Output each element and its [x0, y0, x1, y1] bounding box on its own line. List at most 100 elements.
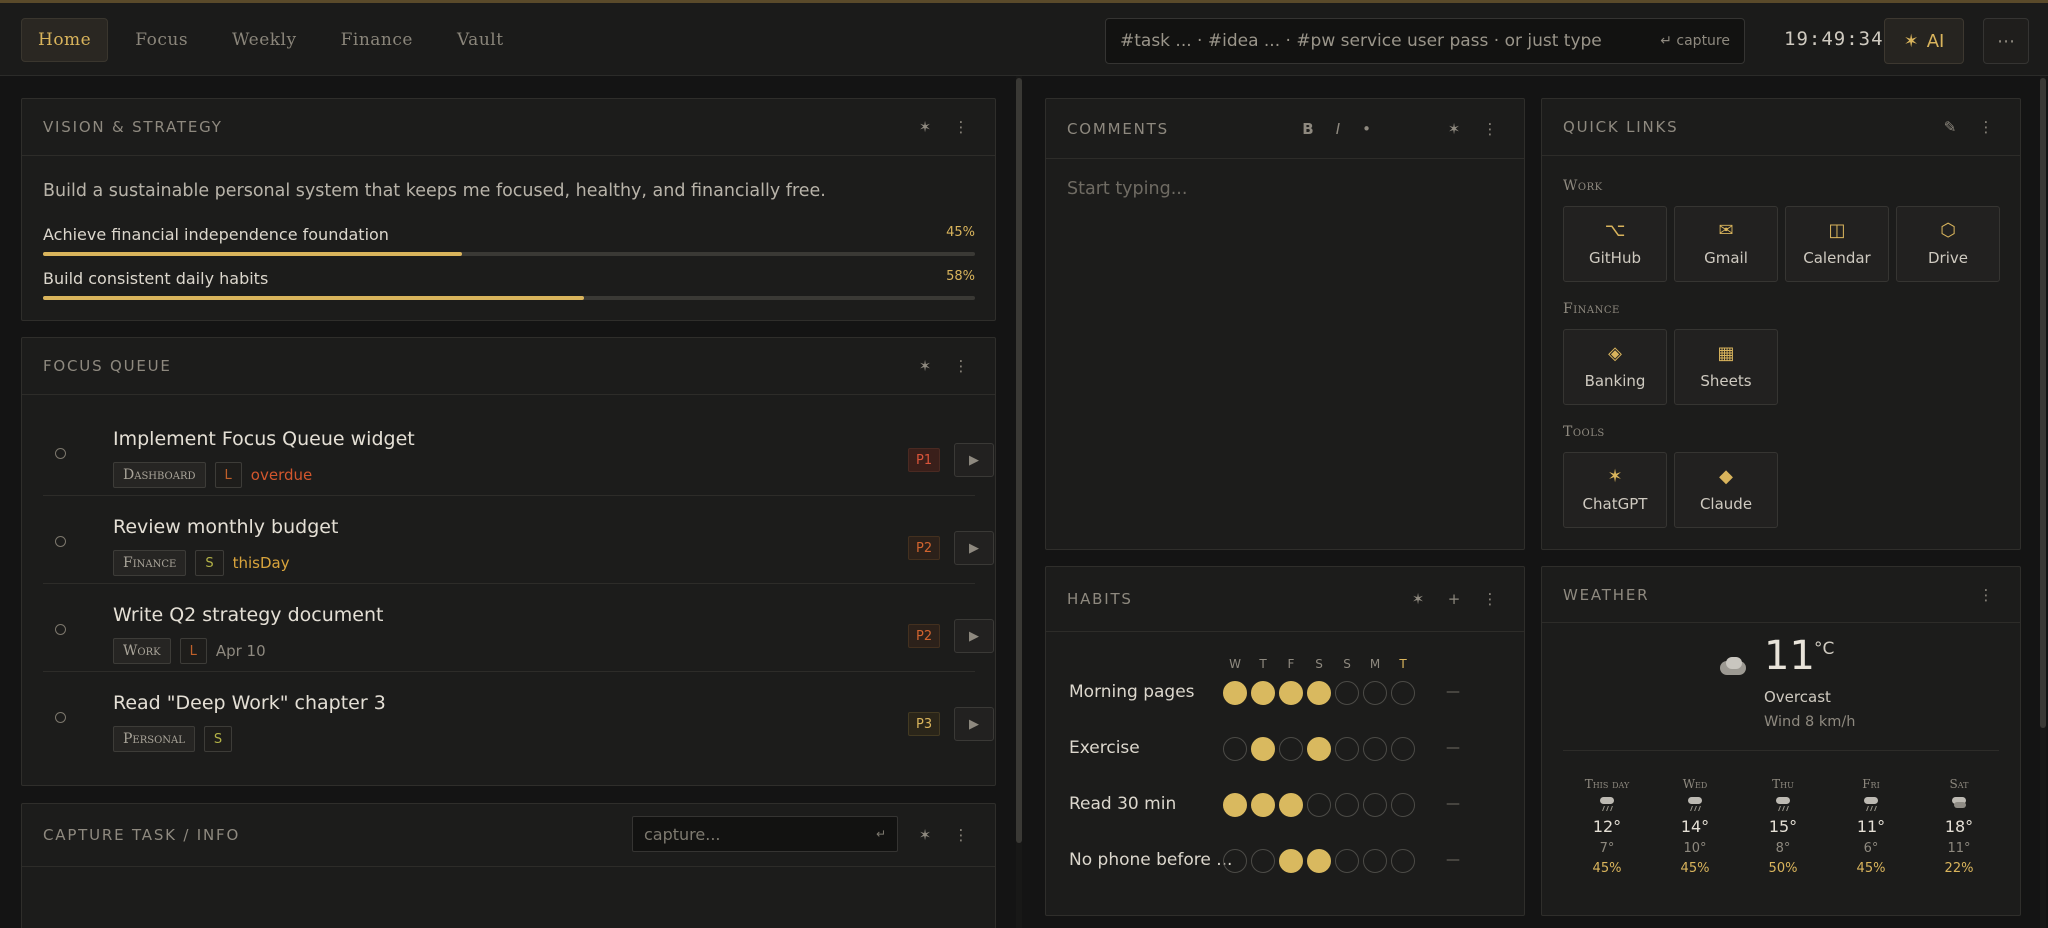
habit-check-dot[interactable]	[1363, 849, 1387, 873]
right-scroll-thumb[interactable]	[2040, 78, 2046, 728]
italic-button[interactable]: I	[1336, 120, 1340, 138]
habit-check-dot[interactable]	[1363, 681, 1387, 705]
link-gmail[interactable]: ✉ Gmail	[1674, 206, 1778, 282]
habit-check-dot[interactable]	[1307, 737, 1331, 761]
task-checkbox[interactable]	[55, 712, 66, 723]
forecast-high: 18°	[1944, 817, 1974, 836]
habit-check-dot[interactable]	[1279, 849, 1303, 873]
habit-check-dot[interactable]	[1223, 793, 1247, 817]
task-row[interactable]: Write Q2 strategy document Work L Apr 10…	[43, 584, 994, 672]
capture-hint: ↵ capture	[1660, 33, 1730, 49]
habit-check-dot[interactable]	[1335, 849, 1359, 873]
start-task-button[interactable]: ▶	[954, 707, 994, 741]
kebab-menu-icon[interactable]: ⋮	[1477, 590, 1503, 608]
habit-check-dot[interactable]	[1391, 737, 1415, 761]
link-label: Sheets	[1700, 371, 1752, 390]
capture-input[interactable]	[644, 824, 876, 844]
task-row[interactable]: Implement Focus Queue widget Dashboard L…	[43, 408, 994, 496]
rain-icon	[1862, 797, 1880, 811]
forecast-high: 12°	[1592, 817, 1622, 836]
habit-check-dot[interactable]	[1335, 737, 1359, 761]
add-habit-icon[interactable]: +	[1441, 590, 1467, 608]
more-menu-button[interactable]: ⋯	[1983, 18, 2029, 64]
start-task-button[interactable]: ▶	[954, 531, 994, 565]
habit-check-dot[interactable]	[1223, 849, 1247, 873]
task-checkbox[interactable]	[55, 536, 66, 547]
habit-check-dot[interactable]	[1279, 681, 1303, 705]
habit-check-dot[interactable]	[1335, 681, 1359, 705]
habit-check-dot[interactable]	[1279, 737, 1303, 761]
spark-icon[interactable]: ✶	[912, 118, 938, 136]
tab-weekly[interactable]: Weekly	[215, 18, 314, 62]
bullet-list-button[interactable]: •	[1362, 120, 1371, 138]
task-due: thisDay	[232, 554, 290, 572]
left-column-scrollbar[interactable]	[1016, 76, 1022, 928]
task-checkbox[interactable]	[55, 448, 66, 459]
link-calendar[interactable]: ◫ Calendar	[1785, 206, 1889, 282]
tab-home[interactable]: Home	[21, 18, 109, 62]
link-drive[interactable]: ⬡ Drive	[1896, 206, 2000, 282]
task-title[interactable]: Read "Deep Work" chapter 3	[113, 692, 386, 714]
habit-day-label: T	[1259, 657, 1267, 671]
pencil-icon[interactable]: ✎	[1937, 118, 1963, 136]
habit-check-dot[interactable]	[1335, 793, 1359, 817]
link-label: GitHub	[1589, 248, 1641, 267]
link-banking[interactable]: ◈ Banking	[1563, 329, 1667, 405]
link-github[interactable]: ⌥ GitHub	[1563, 206, 1667, 282]
command-input[interactable]	[1120, 31, 1661, 51]
tab-focus[interactable]: Focus	[118, 18, 205, 62]
spark-icon[interactable]: ✶	[1405, 590, 1431, 608]
habit-check-dot[interactable]	[1251, 681, 1275, 705]
habit-check-dot[interactable]	[1223, 681, 1247, 705]
spark-icon[interactable]: ✶	[1441, 120, 1467, 138]
left-scroll-thumb[interactable]	[1016, 78, 1022, 843]
kebab-menu-icon[interactable]: ⋮	[948, 826, 974, 844]
habit-check-dot[interactable]	[1251, 849, 1275, 873]
habit-check-dot[interactable]	[1391, 793, 1415, 817]
task-title[interactable]: Implement Focus Queue widget	[113, 428, 415, 450]
habit-check-dot[interactable]	[1307, 849, 1331, 873]
habit-check-dot[interactable]	[1363, 793, 1387, 817]
spark-icon[interactable]: ✶	[912, 826, 938, 844]
goal-percent: 45%	[946, 225, 975, 240]
ai-button[interactable]: ✶ AI	[1884, 18, 1964, 64]
cloud-icon	[1718, 657, 1748, 677]
habit-check-dot[interactable]	[1307, 681, 1331, 705]
task-row[interactable]: Review monthly budget Finance S thisDay …	[43, 496, 994, 584]
habit-check-dot[interactable]	[1363, 737, 1387, 761]
forecast-precipitation: 45%	[1592, 861, 1622, 876]
link-claude[interactable]: ◆ Claude	[1674, 452, 1778, 528]
rain-icon	[1686, 797, 1704, 811]
tab-finance[interactable]: Finance	[324, 18, 430, 62]
link-chatgpt[interactable]: ✶ ChatGPT	[1563, 452, 1667, 528]
task-checkbox[interactable]	[55, 624, 66, 635]
start-task-button[interactable]: ▶	[954, 619, 994, 653]
kebab-menu-icon[interactable]: ⋮	[948, 118, 974, 136]
habit-check-dot[interactable]	[1307, 793, 1331, 817]
habit-check-dot[interactable]	[1251, 737, 1275, 761]
habit-day-label: M	[1369, 657, 1381, 671]
kebab-menu-icon[interactable]: ⋮	[1973, 118, 1999, 136]
habit-check-dot[interactable]	[1223, 737, 1247, 761]
task-row[interactable]: Read "Deep Work" chapter 3 Personal S P3…	[43, 672, 994, 760]
right-column-scrollbar[interactable]	[2040, 76, 2046, 928]
habit-check-dot[interactable]	[1391, 681, 1415, 705]
goal-label: Build consistent daily habits	[43, 269, 269, 288]
kebab-menu-icon[interactable]: ⋮	[948, 357, 974, 375]
play-icon: ▶	[969, 452, 979, 468]
mail-icon: ✉	[1718, 219, 1734, 241]
kebab-menu-icon[interactable]: ⋮	[1477, 120, 1503, 138]
task-title[interactable]: Write Q2 strategy document	[113, 604, 383, 626]
link-sheets[interactable]: ▦ Sheets	[1674, 329, 1778, 405]
bold-button[interactable]: B	[1302, 120, 1313, 138]
habit-check-dot[interactable]	[1391, 849, 1415, 873]
spark-icon[interactable]: ✶	[912, 357, 938, 375]
start-task-button[interactable]: ▶	[954, 443, 994, 477]
comments-editor[interactable]	[1067, 179, 1503, 529]
habit-check-dot[interactable]	[1279, 793, 1303, 817]
habit-check-dot[interactable]	[1251, 793, 1275, 817]
tab-vault[interactable]: Vault	[440, 18, 521, 62]
task-title[interactable]: Review monthly budget	[113, 516, 338, 538]
forecast-day: Fri 11° 6° 45%	[1833, 777, 1909, 876]
kebab-menu-icon[interactable]: ⋮	[1973, 586, 1999, 604]
